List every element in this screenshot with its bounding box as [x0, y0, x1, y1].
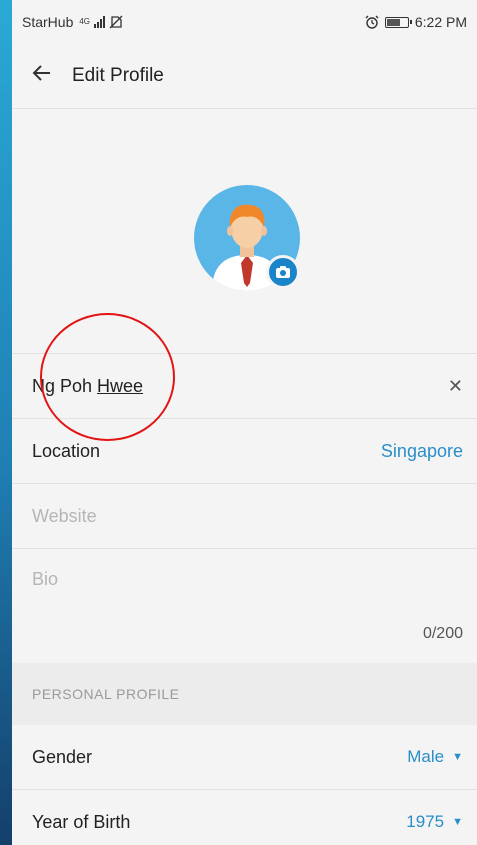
clear-icon[interactable]: ✕ — [448, 376, 463, 397]
location-value[interactable]: Singapore — [381, 441, 463, 462]
app-header: Edit Profile — [12, 44, 477, 109]
status-time: 6:22 PM — [414, 14, 467, 30]
page-title: Edit Profile — [72, 65, 164, 86]
name-highlight: Hwee — [97, 375, 144, 396]
alarm-icon — [365, 15, 379, 29]
gender-value: Male — [407, 747, 445, 766]
avatar-section — [12, 109, 477, 353]
website-field[interactable]: Website — [12, 483, 477, 548]
location-field[interactable]: Location Singapore — [12, 418, 477, 483]
year-label: Year of Birth — [32, 811, 131, 832]
name-field[interactable]: Ng Poh Hwee ✕ — [12, 353, 477, 418]
year-dropdown[interactable]: 1975 ▼ — [406, 812, 463, 832]
bio-field[interactable]: Bio 0/200 — [12, 548, 477, 663]
carrier-name: StarHub — [22, 14, 74, 30]
name-value[interactable]: Ng Poh Hwee — [32, 376, 143, 397]
bio-counter: 0/200 — [422, 625, 463, 642]
network-type: 4G — [79, 17, 91, 26]
back-arrow-icon[interactable] — [32, 62, 72, 90]
bio-placeholder: Bio — [32, 569, 59, 589]
dropdown-caret-icon: ▼ — [452, 751, 463, 763]
camera-icon[interactable] — [266, 255, 300, 289]
section-header-personal: PERSONAL PROFILE — [12, 663, 477, 725]
status-bar: StarHub 4G 6:22 PM — [12, 0, 477, 44]
no-sim-icon — [109, 15, 123, 29]
signal-icon — [94, 16, 106, 28]
location-label: Location — [32, 440, 101, 461]
battery-icon — [384, 16, 412, 28]
gender-label: Gender — [32, 746, 93, 767]
year-field[interactable]: Year of Birth 1975 ▼ — [12, 789, 477, 845]
dropdown-caret-icon: ▼ — [452, 816, 463, 828]
gender-field[interactable]: Gender Male ▼ — [12, 725, 477, 789]
gender-dropdown[interactable]: Male ▼ — [407, 747, 463, 767]
phone-screen: StarHub 4G 6:22 PM Edit Profile Ng Poh H… — [12, 0, 477, 845]
website-placeholder: Website — [32, 505, 97, 526]
year-value: 1975 — [406, 812, 445, 831]
